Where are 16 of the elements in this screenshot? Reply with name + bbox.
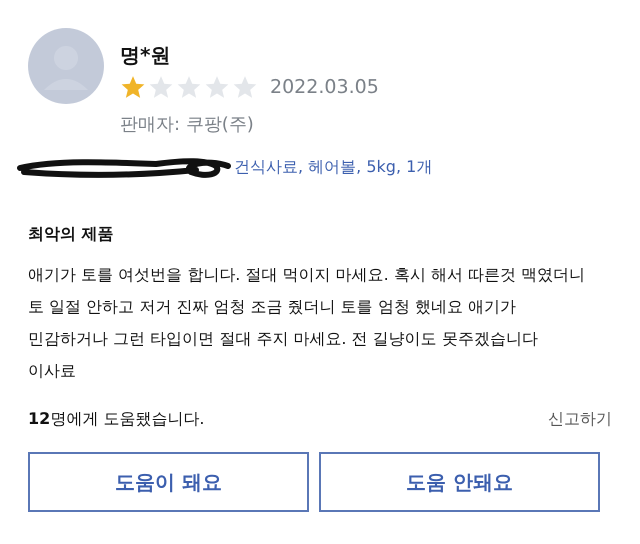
star-icon <box>120 74 146 100</box>
star-icon <box>232 74 258 100</box>
seller-label: 판매자: 쿠팡(주) <box>120 113 255 136</box>
star-icon <box>176 74 202 100</box>
not-helpful-button[interactable]: 도움 안돼요 <box>319 452 600 512</box>
avatar-icon <box>28 28 104 104</box>
helpful-button[interactable]: 도움이 돼요 <box>28 452 309 512</box>
helpful-count: 12명에게 도움됐습니다. <box>28 409 204 430</box>
reviewer-name: 명*원 <box>120 42 172 69</box>
star-icon <box>148 74 174 100</box>
review-date: 2022.03.05 <box>270 76 379 98</box>
review-body: 애기가 토를 여섯번을 합니다. 절대 먹이지 마세요. 혹시 해서 따른것 맥였더니 토 일절 안하고 저거 진짜 엄청 조금 줬더니 토를 엄청 했네요 애기가 민감하거나 그런 타입이면 절대 주지 마세요. 전 길냥이도 못주겠습니다 이사료 <box>28 264 586 382</box>
report-link[interactable]: 신고하기 <box>548 409 612 430</box>
star-icon <box>204 74 230 100</box>
review-title: 최악의 제품 <box>28 224 115 245</box>
product-link[interactable]: 건식사료, 헤어볼, 5kg, 1개 <box>234 156 432 178</box>
